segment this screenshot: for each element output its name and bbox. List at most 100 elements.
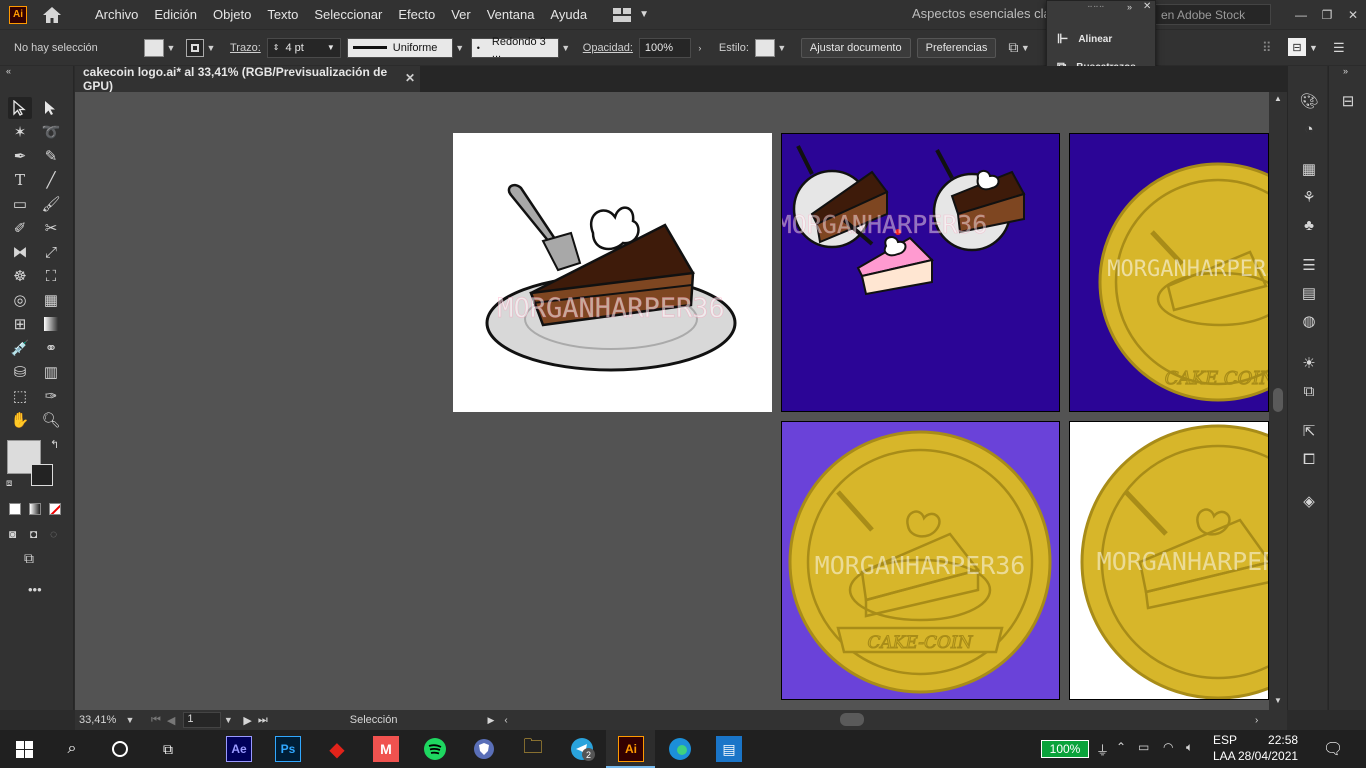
search-icon[interactable]: ⌕ [59, 736, 85, 762]
brushes-panel-icon[interactable]: ⚘ [1298, 186, 1320, 208]
notifications-icon[interactable]: 🗨︎ [1323, 739, 1343, 759]
windows-start-icon[interactable] [11, 736, 37, 762]
zoom-field[interactable]: 33,41% [79, 714, 123, 726]
gradient-mode-icon[interactable] [29, 503, 41, 515]
symbols-panel-icon[interactable]: ♣ [1298, 214, 1320, 236]
stroke-panel-icon[interactable]: ☰ [1298, 254, 1320, 276]
adobe-stock-search-input[interactable]: en Adobe Stock [1155, 4, 1271, 25]
system-clock[interactable]: 22:58 28/04/2021 [1238, 732, 1298, 764]
menu-texto[interactable]: Texto [259, 7, 306, 22]
swatches-panel-icon[interactable]: ▦ [1298, 158, 1320, 180]
selection-tool-icon[interactable] [8, 97, 32, 119]
artboard-number-field[interactable]: 1 [183, 712, 222, 728]
brush-dropdown[interactable]: ▼ [559, 43, 573, 53]
blend-tool-icon[interactable]: ⚭ [39, 337, 63, 359]
appearance-panel-icon[interactable]: ☀ [1298, 352, 1320, 374]
fill-swatch[interactable] [144, 38, 164, 57]
cortana-icon[interactable] [107, 736, 133, 762]
photoshop-icon[interactable]: Ps [275, 736, 301, 762]
battery-indicator[interactable]: 100% [1041, 740, 1089, 758]
artboards-panel-icon[interactable]: ⧠ [1298, 448, 1320, 470]
eyedropper-tool-icon[interactable]: 💉 [8, 337, 32, 359]
slice-tool-icon[interactable]: ✑ [39, 385, 63, 407]
edge-icon[interactable] [667, 736, 693, 762]
scroll-left-icon[interactable]: ‹ [504, 715, 507, 726]
stroke-swatch[interactable] [186, 38, 204, 57]
stroke-weight-field[interactable]: ⇕ 4 pt ▼ [266, 37, 341, 58]
file-explorer-icon[interactable]: 🗀 [520, 736, 546, 762]
spotify-icon[interactable] [422, 736, 448, 762]
chevron-right-icon[interactable]: › [693, 43, 707, 53]
illustrator-taskbar-icon[interactable]: Ai [618, 736, 644, 762]
volume-icon[interactable]: 🔈︎ [1186, 740, 1193, 755]
chevron-down-icon[interactable]: ▼ [1309, 43, 1318, 53]
close-icon[interactable]: ✕ [1143, 1, 1151, 12]
restore-button[interactable]: ❐ [1314, 8, 1340, 22]
panel-menu-icon[interactable]: ☰ [1333, 40, 1345, 56]
menu-ventana[interactable]: Ventana [479, 7, 543, 22]
direct-selection-tool-icon[interactable] [39, 97, 63, 119]
opacity-field[interactable]: 100% [638, 37, 691, 58]
first-artboard-icon[interactable]: ⏮ [151, 714, 161, 727]
export-panel-icon[interactable]: ⇱ [1298, 420, 1320, 442]
gradient-tool-icon[interactable] [39, 313, 63, 335]
workspace-switcher[interactable]: Aspectos esenciales clásic [912, 6, 1067, 21]
column-graph-tool-icon[interactable]: ▥ [39, 361, 63, 383]
artboard-tool-icon[interactable]: ⬚ [8, 385, 32, 407]
battery-icon[interactable]: ▭ [1138, 740, 1149, 754]
last-artboard-icon[interactable]: ⏭ [258, 714, 268, 727]
brush-definition[interactable]: • Redondo 3 ... [470, 36, 559, 60]
next-artboard-icon[interactable]: ▶ [243, 714, 251, 727]
properties-panel-icon[interactable]: ⊟ [1337, 90, 1359, 112]
menu-ver[interactable]: Ver [443, 7, 479, 22]
warp-tool-icon[interactable]: ☸ [8, 265, 32, 287]
home-icon[interactable] [41, 5, 63, 25]
collapse-icon[interactable]: « [6, 66, 11, 76]
draw-normal-icon[interactable]: ◙ [9, 527, 16, 541]
language-indicator[interactable]: ESP LAA [1213, 732, 1237, 764]
after-effects-icon[interactable]: Ae [226, 736, 252, 762]
vertical-scrollbar[interactable]: ▲ ▼ [1269, 92, 1287, 710]
close-icon[interactable]: ✕ [405, 71, 415, 85]
scroll-up-icon[interactable]: ▲ [1274, 94, 1282, 103]
pen-tool-icon[interactable]: ✒ [8, 145, 32, 167]
menu-archivo[interactable]: Archivo [87, 7, 146, 22]
style-dropdown[interactable]: ▼ [775, 43, 789, 53]
adjust-document-button[interactable]: Ajustar documento [800, 37, 911, 58]
none-mode-icon[interactable] [49, 503, 61, 515]
vpn-shield-icon[interactable] [471, 736, 497, 762]
wifi-icon[interactable]: ◠ [1163, 740, 1173, 754]
status-menu-icon[interactable]: ▶ [487, 715, 494, 726]
preferences-button[interactable]: Preferencias [916, 37, 997, 58]
paintbrush-tool-icon[interactable]: 🖌 [39, 193, 63, 215]
transform-dropdown[interactable]: ▼ [1018, 43, 1032, 53]
canvas[interactable]: MORGANHARPER36 MORGANHARPER36 MORGANHARP… [75, 92, 1269, 710]
color-mode-icon[interactable] [9, 503, 21, 515]
horizontal-scrollbar-thumb[interactable] [840, 713, 864, 726]
menu-ayuda[interactable]: Ayuda [542, 7, 595, 22]
curvature-tool-icon[interactable]: ✎ [39, 145, 63, 167]
default-colors-icon[interactable]: ⧈ [6, 478, 12, 489]
scrollbar-thumb[interactable] [1273, 388, 1283, 412]
artboard-coin-dark-blue[interactable]: MORGANHARPER36 CAKE COIN [1069, 133, 1269, 412]
lasso-tool-icon[interactable]: ➰ [39, 121, 63, 143]
collapse-icon[interactable]: » [1127, 2, 1132, 12]
tab-cakecoin-logo[interactable]: cakecoin logo.ai* al 33,41% (RGB/Previsu… [75, 65, 420, 93]
gradient-panel-icon[interactable]: ▤ [1298, 282, 1320, 304]
collapse-icon[interactable]: » [1343, 66, 1348, 76]
scroll-down-icon[interactable]: ▼ [1274, 696, 1282, 705]
zoom-tool-icon[interactable]: 🔍︎ [39, 409, 63, 431]
menu-edicion[interactable]: Edición [146, 7, 205, 22]
prev-artboard-icon[interactable]: ◀ [167, 714, 175, 727]
line-tool-icon[interactable]: ╱ [39, 169, 63, 191]
arrange-documents-button[interactable]: ▼ [613, 7, 649, 22]
artboard-coin-purple[interactable]: MORGANHARPER36 CAKE-COIN [781, 421, 1060, 700]
panel-item-alinear[interactable]: ⊩ Alinear [1057, 31, 1112, 47]
power-plug-icon[interactable]: ⏚ [1096, 740, 1109, 759]
artboard-dark-blue[interactable]: MORGANHARPER36 [781, 133, 1060, 412]
graphic-styles-icon[interactable]: ⧉ [1298, 380, 1320, 402]
chevron-up-icon[interactable]: ⌃ [1116, 740, 1126, 754]
shape-builder-tool-icon[interactable]: ◎ [8, 289, 32, 311]
type-tool-icon[interactable]: T [8, 169, 32, 191]
screen-mode-icon[interactable]: ⧉ [24, 550, 34, 567]
